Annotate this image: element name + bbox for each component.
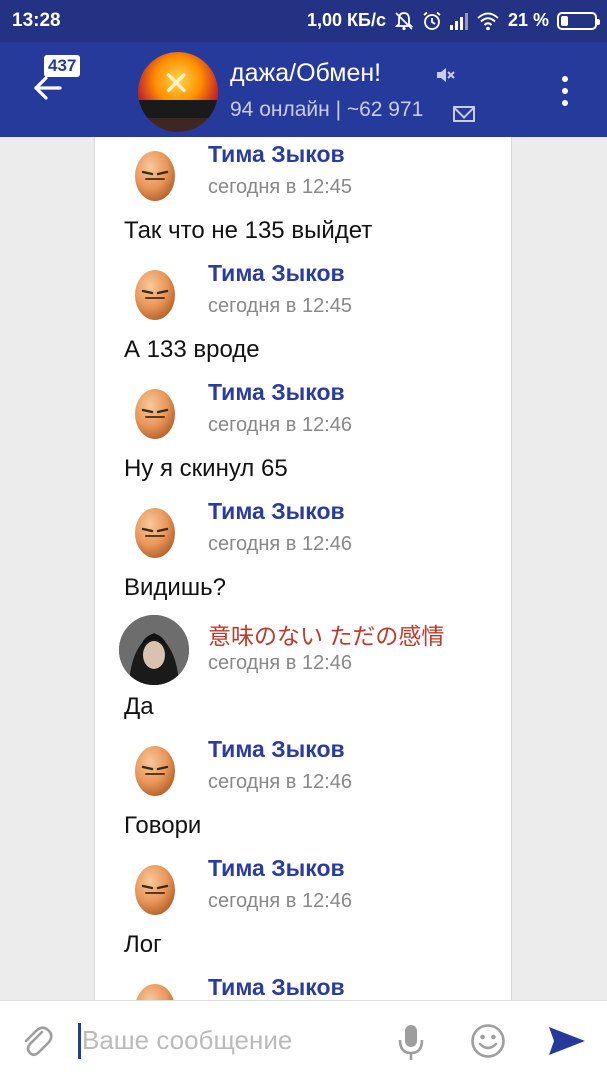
egg-avatar-icon[interactable] — [133, 859, 177, 917]
chat-subtitle: 94 онлайн | ~62 971 — [230, 98, 424, 121]
message-time: сегодня в 12:45 — [208, 295, 352, 317]
message-item[interactable]: Тима Зыков сегодня в 12:45 Так что не 135 … — [95, 137, 511, 248]
compose-bar: Ваше сообщение — [0, 1000, 607, 1080]
egg-avatar-icon[interactable] — [133, 383, 177, 441]
mail-icon — [453, 106, 475, 122]
message-item[interactable]: Тима Зыков сегодня в 12:46 Ну я скинул 65 — [95, 367, 511, 486]
message-time: сегодня в 12:46 — [208, 771, 352, 793]
message-author[interactable]: Тима Зыков — [208, 141, 345, 168]
message-text: Ну я скинул 65 — [124, 455, 288, 482]
message-author[interactable]: Тима Зыков — [208, 260, 345, 287]
message-time: сегодня в 12:46 — [208, 533, 352, 555]
user-avatar[interactable] — [119, 615, 189, 685]
battery-icon — [557, 11, 600, 30]
egg-avatar-icon[interactable] — [133, 264, 177, 322]
egg-avatar-icon[interactable] — [133, 740, 177, 798]
unread-badge: 437 — [44, 55, 81, 77]
wifi-icon — [476, 11, 500, 31]
message-text: Видишь? — [124, 574, 226, 601]
mute-icon — [434, 64, 456, 86]
microphone-icon[interactable] — [397, 1023, 425, 1061]
message-author[interactable]: Тима Зыков — [208, 498, 345, 525]
message-item[interactable]: Тима Зыков — [95, 962, 511, 1000]
message-list[interactable]: Тима Зыков сегодня в 12:45 Так что не 135 … — [94, 137, 512, 1000]
message-author[interactable]: Тима Зыков — [208, 379, 345, 406]
message-item[interactable]: Тима Зыков сегодня в 12:46 Говори — [95, 724, 511, 843]
bell-off-icon — [394, 11, 414, 31]
message-text: А 133 вроде — [124, 336, 260, 363]
egg-avatar-icon[interactable] — [133, 502, 177, 560]
message-input[interactable]: Ваше сообщение — [82, 1025, 292, 1056]
message-item[interactable]: Тима Зыков сегодня в 12:45 А 133 вроде — [95, 248, 511, 367]
status-time: 13:28 — [12, 10, 61, 31]
cell-signal-icon — [449, 12, 468, 30]
message-text: Так что не 135 выйдет — [124, 217, 373, 244]
message-text: Лог — [124, 931, 162, 958]
message-author[interactable]: Тима Зыков — [208, 736, 345, 763]
message-text: Да — [124, 693, 154, 720]
message-time: сегодня в 12:46 — [208, 890, 352, 912]
network-speed: 1,00 КБ/с — [306, 10, 386, 30]
status-bar: 13:28 1,00 КБ/с 21 % — [0, 0, 607, 42]
message-text: Говори — [124, 812, 202, 839]
egg-avatar-icon[interactable] — [133, 145, 177, 203]
message-time: сегодня в 12:46 — [208, 414, 352, 436]
message-item[interactable]: Тима Зыков сегодня в 12:46 Лог — [95, 843, 511, 962]
more-menu-icon[interactable] — [561, 76, 569, 106]
app-bar: 437 ✕ дажа/Обмен! 94 онлайн | ~62 971 — [0, 42, 607, 137]
message-author[interactable]: 意味のない ただの感情 — [208, 617, 444, 651]
egg-avatar-icon[interactable] — [133, 978, 177, 1000]
alarm-icon — [422, 11, 442, 31]
text-cursor — [78, 1023, 81, 1059]
battery-percent: 21 % — [507, 10, 549, 30]
chat-avatar[interactable]: ✕ — [138, 52, 218, 132]
message-time: сегодня в 12:45 — [208, 176, 352, 198]
attach-icon[interactable] — [20, 1023, 54, 1059]
chat-title[interactable]: дажа/Обмен! — [230, 59, 381, 88]
message-time: сегодня в 12:46 — [208, 652, 352, 674]
send-icon[interactable] — [547, 1025, 587, 1057]
message-author[interactable]: Тима Зыков — [208, 974, 345, 1000]
message-author[interactable]: Тима Зыков — [208, 855, 345, 882]
message-item[interactable]: 意味のない ただの感情 сегодня в 12:46 Да — [95, 605, 511, 724]
emoji-icon[interactable] — [470, 1023, 506, 1059]
message-item[interactable]: Тима Зыков сегодня в 12:46 Видишь? — [95, 486, 511, 605]
